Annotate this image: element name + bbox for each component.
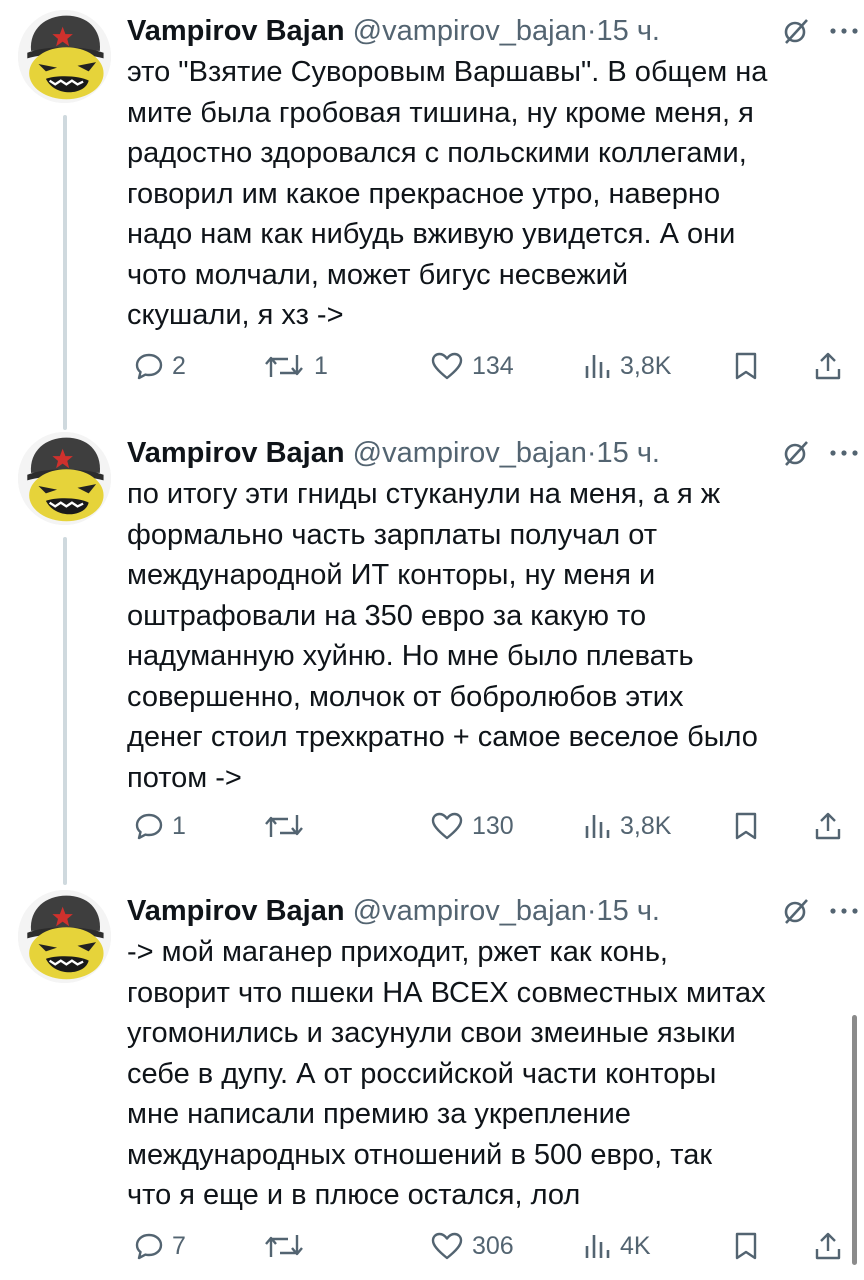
author-name[interactable]: Vampirov Bajan: [127, 895, 345, 927]
reply-icon: [135, 813, 163, 840]
heart-icon: [431, 812, 463, 840]
separator-dot: ·: [586, 437, 597, 469]
avatar[interactable]: [18, 890, 111, 983]
more-icon[interactable]: [829, 449, 859, 457]
views-button[interactable]: 4K: [582, 1226, 651, 1266]
views-count: 4K: [620, 1231, 651, 1260]
tweet-time[interactable]: 15 ч.: [597, 895, 660, 927]
share-icon: [815, 1232, 841, 1260]
tweet[interactable]: Vampirov Bajan @vampirov_bajan·15 ч. -> …: [0, 880, 864, 1280]
reply-icon: [135, 1233, 163, 1260]
author-handle[interactable]: @vampirov_bajan: [353, 437, 587, 469]
retweet-button[interactable]: 1: [262, 346, 328, 386]
like-count: 306: [472, 1231, 514, 1260]
reply-count: 7: [172, 1231, 186, 1260]
like-count: 134: [472, 351, 514, 380]
thread-line: [63, 537, 67, 885]
grok-icon[interactable]: [781, 896, 811, 926]
tweet-text: это "Взятие Суворовым Варшавы". В общем …: [127, 56, 768, 331]
views-button[interactable]: 3,8K: [582, 346, 671, 386]
author-handle[interactable]: @vampirov_bajan: [353, 15, 587, 47]
more-icon[interactable]: [829, 907, 859, 915]
reply-button[interactable]: 2: [134, 346, 186, 386]
grok-icon[interactable]: [781, 438, 811, 468]
share-button[interactable]: [813, 346, 843, 386]
tweet-text: -> мой маганер приходит, ржет как конь, …: [127, 936, 766, 1211]
reply-button[interactable]: 7: [134, 1226, 186, 1266]
like-button[interactable]: 306: [430, 1226, 514, 1266]
retweet-icon: [265, 1235, 303, 1257]
more-icon[interactable]: [829, 27, 859, 35]
tweet-header: Vampirov Bajan @vampirov_bajan·15 ч.: [127, 892, 858, 930]
retweet-icon: [265, 815, 303, 837]
retweet-button[interactable]: [262, 1226, 314, 1266]
bookmark-button[interactable]: [731, 346, 761, 386]
views-button[interactable]: 3,8K: [582, 806, 671, 846]
scrollbar[interactable]: [852, 1015, 857, 1265]
views-icon: [585, 1235, 610, 1258]
views-icon: [585, 355, 610, 378]
bookmark-icon: [735, 812, 757, 840]
author-name[interactable]: Vampirov Bajan: [127, 437, 345, 469]
share-icon: [815, 352, 841, 380]
share-icon: [815, 812, 841, 840]
author-name[interactable]: Vampirov Bajan: [127, 15, 345, 47]
avatar[interactable]: [18, 432, 111, 525]
heart-icon: [431, 352, 463, 380]
retweet-button[interactable]: [262, 806, 314, 846]
tweet-time[interactable]: 15 ч.: [597, 437, 660, 469]
reply-count: 1: [172, 811, 186, 840]
bookmark-icon: [735, 352, 757, 380]
reply-icon: [135, 353, 163, 380]
avatar[interactable]: [18, 10, 111, 103]
tweet-text: по итогу эти гниды стуканули на меня, а …: [127, 478, 758, 794]
bookmark-button[interactable]: [731, 1226, 761, 1266]
thread-line: [63, 115, 67, 430]
tweet-header: Vampirov Bajan @vampirov_bajan·15 ч.: [127, 12, 858, 50]
like-count: 130: [472, 811, 514, 840]
like-button[interactable]: 130: [430, 806, 514, 846]
reply-count: 2: [172, 351, 186, 380]
heart-icon: [431, 1232, 463, 1260]
retweet-icon: [265, 355, 303, 377]
retweet-count: 1: [314, 351, 328, 380]
separator-dot: ·: [586, 15, 597, 47]
views-icon: [585, 815, 610, 838]
author-handle[interactable]: @vampirov_bajan: [353, 895, 587, 927]
grok-icon[interactable]: [781, 16, 811, 46]
bookmark-button[interactable]: [731, 806, 761, 846]
tweet[interactable]: Vampirov Bajan @vampirov_bajan·15 ч. это…: [0, 0, 864, 430]
reply-button[interactable]: 1: [134, 806, 186, 846]
tweet[interactable]: Vampirov Bajan @vampirov_bajan·15 ч. по …: [0, 422, 864, 885]
separator-dot: ·: [586, 895, 597, 927]
views-count: 3,8K: [620, 351, 672, 380]
bookmark-icon: [735, 1232, 757, 1260]
share-button[interactable]: [813, 1226, 843, 1266]
views-count: 3,8K: [620, 811, 672, 840]
like-button[interactable]: 134: [430, 346, 514, 386]
tweet-time[interactable]: 15 ч.: [597, 15, 660, 47]
share-button[interactable]: [813, 806, 843, 846]
tweet-header: Vampirov Bajan @vampirov_bajan·15 ч.: [127, 434, 858, 472]
